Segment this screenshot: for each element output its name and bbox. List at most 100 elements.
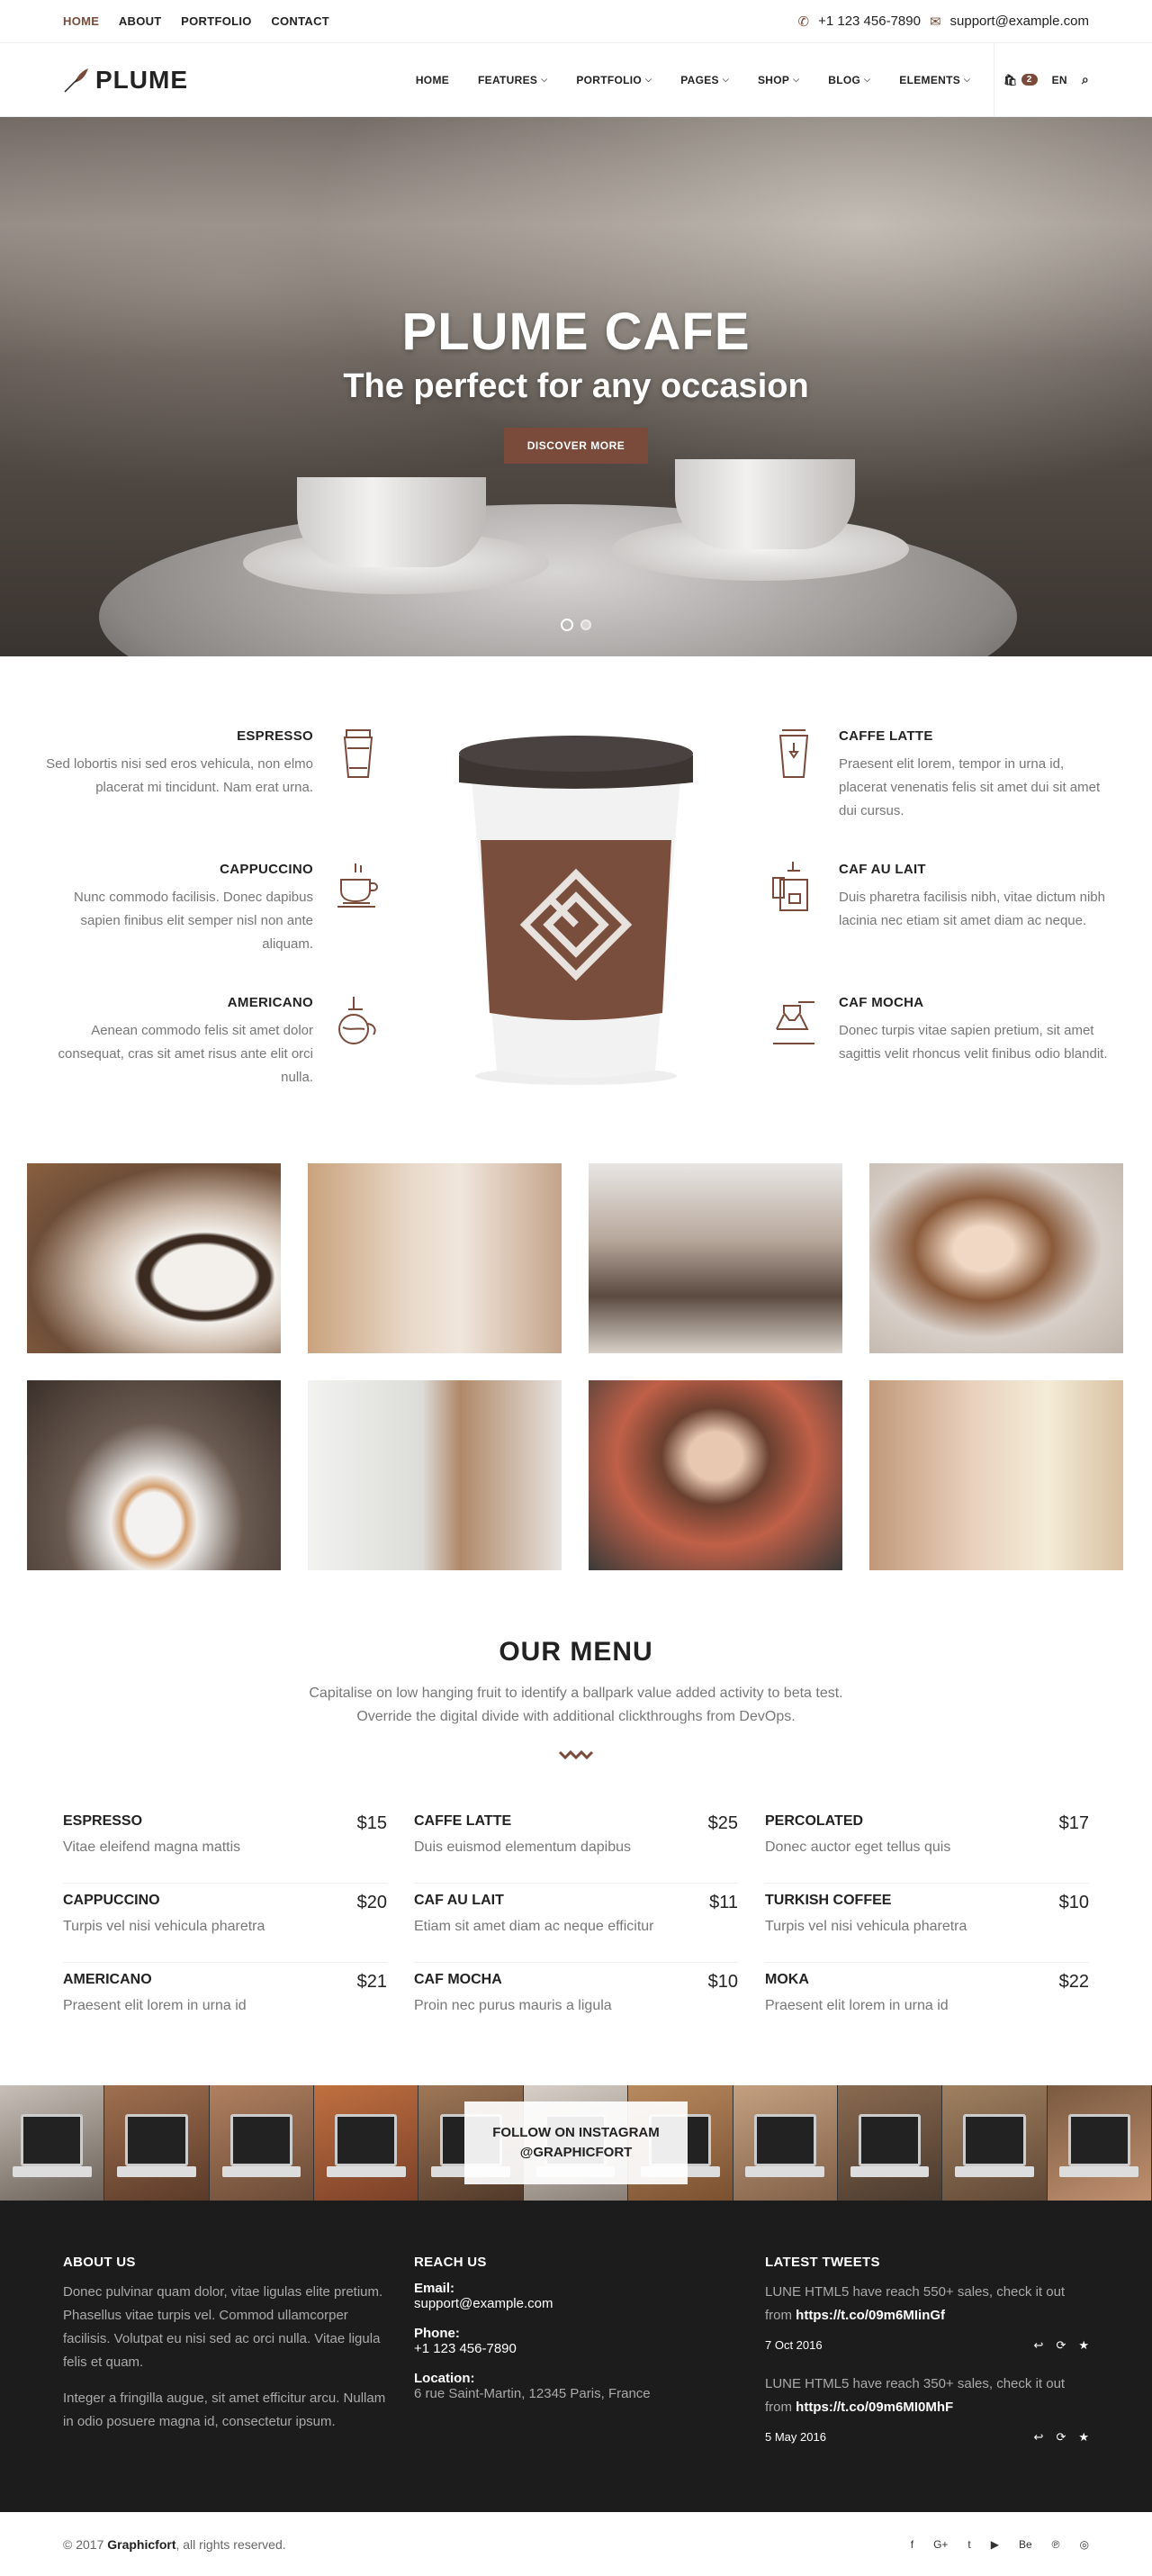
gallery-image-pouring-milk[interactable] xyxy=(27,1380,281,1570)
menu-item-price: $21 xyxy=(356,1972,387,1992)
feature-item: CAF MOCHA Donec turpis vitae sapien pret… xyxy=(839,995,1109,1066)
gallery-image-barista[interactable] xyxy=(308,1380,562,1570)
chevron-down-icon: ⌵ xyxy=(722,75,729,84)
language-selector[interactable]: EN xyxy=(1038,74,1082,86)
footer-email-link[interactable]: support@example.com xyxy=(414,2296,738,2311)
google-plus-icon[interactable]: G+ xyxy=(933,2538,948,2551)
top-phone[interactable]: +1 123 456-7890 xyxy=(818,14,921,29)
gallery-image-woman-cup[interactable] xyxy=(869,1163,1123,1353)
favorite-icon[interactable]: ★ xyxy=(1078,2338,1089,2353)
footer-tweets: LATEST TWEETS LUNE HTML5 have reach 550+… xyxy=(765,2255,1089,2464)
instagram-thumb[interactable] xyxy=(209,2085,315,2201)
reply-icon[interactable]: ↩ xyxy=(1034,2338,1044,2353)
feature-text: Nunc commodo facilisis. Donec dapibus sa… xyxy=(74,890,313,952)
top-link-home[interactable]: HOME xyxy=(63,14,99,28)
feature-text: Aenean commodo felis sit amet dolor cons… xyxy=(58,1023,313,1085)
feature-text: Sed lobortis nisi sed eros vehicula, non… xyxy=(46,756,313,795)
facebook-icon[interactable]: f xyxy=(911,2538,914,2551)
chevron-down-icon: ⌵ xyxy=(864,75,871,84)
top-link-portfolio[interactable]: PORTFOLIO xyxy=(181,14,252,28)
menu-item-name: ESPRESSO xyxy=(63,1813,143,1829)
instagram-thumb[interactable] xyxy=(1047,2085,1152,2201)
pinterest-icon[interactable]: ℗ xyxy=(1052,2538,1060,2551)
feature-title: CAFFE LATTE xyxy=(839,728,933,744)
cart-button[interactable]: 🛍 2 xyxy=(1004,74,1038,86)
discover-more-button[interactable]: DISCOVER MORE xyxy=(503,428,649,464)
retweet-icon[interactable]: ⟳ xyxy=(1056,2430,1066,2445)
behance-icon[interactable]: Be xyxy=(1019,2538,1032,2551)
instagram-thumb[interactable] xyxy=(942,2085,1048,2201)
gallery-image-friends-phone[interactable] xyxy=(308,1163,562,1353)
feature-item: CAPPUCCINO Nunc commodo facilisis. Donec… xyxy=(43,862,313,956)
footer-location: 6 rue Saint-Martin, 12345 Paris, France xyxy=(414,2386,651,2401)
menu-item: MOKA $22 Praesent elit lorem in urna id xyxy=(765,1963,1089,2042)
feature-title: ESPRESSO xyxy=(237,728,313,744)
phone-icon: ✆ xyxy=(797,14,810,30)
hero-title: PLUME CAFE xyxy=(401,303,751,361)
feature-title: AMERICANO xyxy=(227,995,313,1010)
twitter-icon[interactable]: t xyxy=(968,2538,970,2551)
menu-header: OUR MENU Capitalise on low hanging fruit… xyxy=(0,1637,1152,1767)
reply-icon[interactable]: ↩ xyxy=(1034,2430,1044,2445)
chevron-down-icon: ⌵ xyxy=(645,75,652,84)
tweet-date: 5 May 2016 xyxy=(765,2430,826,2444)
chevron-down-icon: ⌵ xyxy=(964,75,971,84)
gallery-image-woman-holding-cup[interactable] xyxy=(589,1380,842,1570)
menu-item-desc: Turpis vel nisi vehicula pharetra xyxy=(63,1919,266,1934)
slider-dots xyxy=(0,619,1152,631)
tweet-item: LUNE HTML5 have reach 350+ sales, check … xyxy=(765,2373,1089,2445)
retweet-icon[interactable]: ⟳ xyxy=(1056,2338,1066,2353)
tweet-link[interactable]: https://t.co/09m6MI0MhF xyxy=(796,2400,953,2415)
nav-home[interactable]: HOME xyxy=(401,74,464,86)
instagram-thumb[interactable] xyxy=(314,2085,419,2201)
nav-elements[interactable]: ELEMENTS ⌵ xyxy=(885,74,985,86)
instagram-thumb[interactable] xyxy=(733,2085,838,2201)
feature-title: CAF AU LAIT xyxy=(839,862,926,877)
dribbble-icon[interactable]: ◎ xyxy=(1080,2538,1089,2551)
nav-blog[interactable]: BLOG ⌵ xyxy=(814,74,885,86)
feature-text: Duis pharetra facilisis nibh, vitae dict… xyxy=(839,890,1105,928)
gallery-image-women-friends[interactable] xyxy=(869,1380,1123,1570)
gallery-image-group-dining[interactable] xyxy=(589,1163,842,1353)
logo[interactable]: PLUME xyxy=(63,66,188,95)
menu-item-price: $10 xyxy=(707,1972,738,1992)
instagram-thumb[interactable] xyxy=(0,2085,105,2201)
menu-item-price: $11 xyxy=(709,1893,738,1912)
footer-phone[interactable]: +1 123 456-7890 xyxy=(414,2341,738,2356)
top-contact: ✆ +1 123 456-7890 ✉ support@example.com xyxy=(798,14,1089,30)
nav-features[interactable]: FEATURES ⌵ xyxy=(464,74,562,86)
top-link-about[interactable]: ABOUT xyxy=(119,14,162,28)
menu-item-desc: Duis euismod elementum dapibus xyxy=(414,1839,632,1855)
instagram-thumb[interactable] xyxy=(837,2085,943,2201)
top-email[interactable]: support@example.com xyxy=(950,14,1089,29)
feature-item: AMERICANO Aenean commodo felis sit amet … xyxy=(43,995,313,1089)
slider-dot-active[interactable] xyxy=(561,619,573,631)
follow-instagram-box[interactable]: FOLLOW ON INSTAGRAM @GRAPHICFORT xyxy=(464,2101,688,2184)
menu-item: CAPPUCCINO $20 Turpis vel nisi vehicula ph… xyxy=(63,1884,387,1963)
favorite-icon[interactable]: ★ xyxy=(1078,2430,1089,2445)
feature-text: Praesent elit lorem, tempor in urna id, … xyxy=(839,756,1101,818)
nav-pages[interactable]: PAGES ⌵ xyxy=(666,74,743,86)
nav-portfolio[interactable]: PORTFOLIO ⌵ xyxy=(562,74,666,86)
search-icon[interactable]: ⌕ xyxy=(1082,72,1089,87)
coffee-features: ESPRESSO Sed lobortis nisi sed eros vehi… xyxy=(0,656,1152,1161)
top-bar: HOME ABOUT PORTFOLIO CONTACT ✆ +1 123 45… xyxy=(0,0,1152,43)
menu-item-name: CAPPUCCINO xyxy=(63,1893,160,1908)
instagram-thumb[interactable] xyxy=(104,2085,210,2201)
menu-item-name: MOKA xyxy=(765,1972,809,1987)
main-nav: HOME FEATURES ⌵ PORTFOLIO ⌵ PAGES ⌵ SHOP ⌵ B… xyxy=(401,42,1089,117)
menu-item: CAF MOCHA $10 Proin nec purus mauris a lig… xyxy=(414,1963,738,2042)
top-link-contact[interactable]: CONTACT xyxy=(271,14,329,28)
menu-intro-line2: Override the digital divide with additio… xyxy=(356,1709,796,1724)
logo-text: PLUME xyxy=(95,65,188,94)
feature-item: CAF AU LAIT Duis pharetra facilisis nibh… xyxy=(839,862,1109,933)
menu-item-price: $10 xyxy=(1058,1893,1089,1912)
tweet-link[interactable]: https://t.co/09m6MIinGf xyxy=(796,2308,945,2323)
gallery-image-coffee-croissant[interactable] xyxy=(27,1163,281,1353)
nav-shop[interactable]: SHOP ⌵ xyxy=(743,74,814,86)
brand-link[interactable]: Graphicfort xyxy=(107,2537,176,2552)
youtube-icon[interactable]: ▶ xyxy=(991,2538,999,2551)
slider-dot[interactable] xyxy=(580,619,591,630)
tweet-item: LUNE HTML5 have reach 550+ sales, check … xyxy=(765,2281,1089,2353)
footer-reach-title: REACH US xyxy=(414,2255,487,2270)
